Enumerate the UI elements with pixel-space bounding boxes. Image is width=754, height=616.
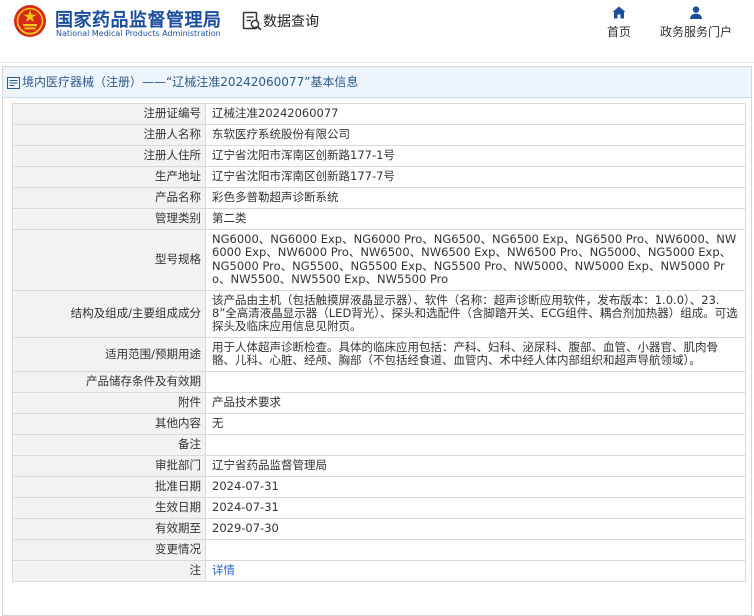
user-icon (689, 6, 703, 19)
field-value: 彩色多普勒超声诊断系统 (205, 187, 746, 209)
field-label: 注册证编号 (12, 103, 206, 125)
field-value: 辽宁省沈阳市浑南区创新路177-1号 (205, 145, 746, 167)
field-value: 用于人体超声诊断检查。具体的临床应用包括：产科、妇科、泌尿科、腹部、血管、小器官… (205, 336, 746, 372)
field-label: 审批部门 (12, 454, 206, 477)
field-label: 结构及组成/主要组成成分 (12, 289, 206, 338)
field-value: 辽械注准20242060077 (205, 103, 746, 125)
table-row: 其他内容无 (12, 412, 746, 435)
table-row: 批准日期 2024-07-31 (12, 475, 746, 498)
field-label: 有效期至 (12, 517, 206, 540)
field-value: 无 (205, 412, 746, 435)
field-value (205, 370, 746, 393)
panel-title: 境内医疗器械（注册）——“辽械注准20242060077”基本信息 (22, 75, 359, 89)
field-value: 辽宁省药品监督管理局 (205, 454, 746, 477)
field-label: 备注 (12, 433, 206, 456)
field-label: 注 (12, 559, 206, 582)
document-icon (7, 76, 20, 89)
table-row: 备注 (12, 433, 746, 456)
detail-panel: 境内医疗器械（注册）——“辽械注准20242060077”基本信息 注册证编号辽… (2, 66, 752, 616)
field-label: 注册人名称 (12, 124, 206, 146)
field-value: 辽宁省沈阳市浑南区创新路177-7号 (205, 166, 746, 188)
table-row: 产品名称 彩色多普勒超声诊断系统 (12, 187, 746, 209)
field-value: 第二类 (205, 208, 746, 230)
field-value: 产品技术要求 (205, 391, 746, 414)
field-value: 2024-07-31 (205, 496, 746, 519)
site-name-en[interactable]: National Medical Products Administration (56, 29, 221, 38)
home-icon (612, 6, 626, 19)
field-label: 批准日期 (12, 475, 206, 498)
table-row: 附件 产品技术要求 (12, 391, 746, 414)
field-value (205, 433, 746, 456)
field-value: 东软医疗系统股份有限公司 (205, 124, 746, 146)
table-row: 结构及组成/主要组成成分 该产品由主机（包括触摸屏液晶显示器）、软件（名称：超声诊… (12, 289, 746, 338)
field-label: 适用范围/预期用途 (12, 336, 206, 372)
field-value: 2024-07-31 (205, 475, 746, 498)
field-value: 2029-07-30 (205, 517, 746, 540)
table-row: 管理类别 第二类 (12, 208, 746, 230)
nav-home-label: 首页 (606, 25, 631, 39)
detail-table: 注册证编号 辽械注准20242060077 注册人名称 东软医疗系统股份有限公司 注册人… (12, 103, 746, 582)
nav-service-portal[interactable]: 政务服务门户 (654, 6, 738, 40)
table-row: 型号规格 NG6000、NG6000 Exp、NG6000 Pro、NG6500、… (12, 229, 746, 291)
site-header: 国家药品监督管理局 National Medical Products Admi… (0, 0, 754, 63)
table-row: 产品储存条件及有效期 (12, 370, 746, 393)
nav-home[interactable]: 首页 (600, 6, 638, 40)
table-row: 生效日期 2024-07-31 (12, 496, 746, 519)
table-row: 生产地址 辽宁省沈阳市浑南区创新路177-7号 (12, 166, 746, 188)
field-value: 详情 (205, 559, 746, 582)
field-label: 生效日期 (12, 496, 206, 519)
data-query-label: 数据查询 (263, 14, 319, 30)
field-value: NG6000、NG6000 Exp、NG6000 Pro、NG6500、NG65… (205, 229, 746, 291)
field-label: 变更情况 (12, 538, 206, 561)
panel-title-bar: 境内医疗器械（注册）——“辽械注准20242060077”基本信息 (3, 67, 751, 98)
details-link[interactable]: 详情 (212, 563, 235, 577)
table-row: 变更情况 (12, 538, 746, 561)
field-label: 产品储存条件及有效期 (12, 370, 206, 393)
nav-service-label: 政务服务门户 (659, 25, 732, 39)
table-row: 注册人名称 东软医疗系统股份有限公司 (12, 124, 746, 146)
field-label: 生产地址 (12, 166, 206, 188)
data-query-icon (242, 11, 262, 31)
field-label: 管理类别 (12, 208, 206, 230)
field-label: 注册人住所 (12, 145, 206, 167)
field-label: 附件 (12, 391, 206, 414)
field-value: 该产品由主机（包括触摸屏液晶显示器）、软件（名称：超声诊断应用软件，发布版本：1… (205, 289, 746, 338)
field-label: 型号规格 (12, 229, 206, 291)
table-row: 有效期至 2029-07-30 (12, 517, 746, 540)
field-label: 其他内容 (12, 412, 206, 435)
table-row: 审批部门 辽宁省药品监督管理局 (12, 454, 746, 477)
table-row: 注册人住所 辽宁省沈阳市浑南区创新路177-1号 (12, 145, 746, 167)
table-row: 适用范围/预期用途 用于人体超声诊断检查。具体的临床应用包括：产科、妇科、泌尿科、… (12, 336, 746, 372)
table-row: 注详情 (12, 559, 746, 582)
field-value (205, 538, 746, 561)
national-emblem-icon[interactable] (13, 4, 47, 38)
field-label: 产品名称 (12, 187, 206, 209)
table-row: 注册证编号 辽械注准20242060077 (12, 103, 746, 125)
